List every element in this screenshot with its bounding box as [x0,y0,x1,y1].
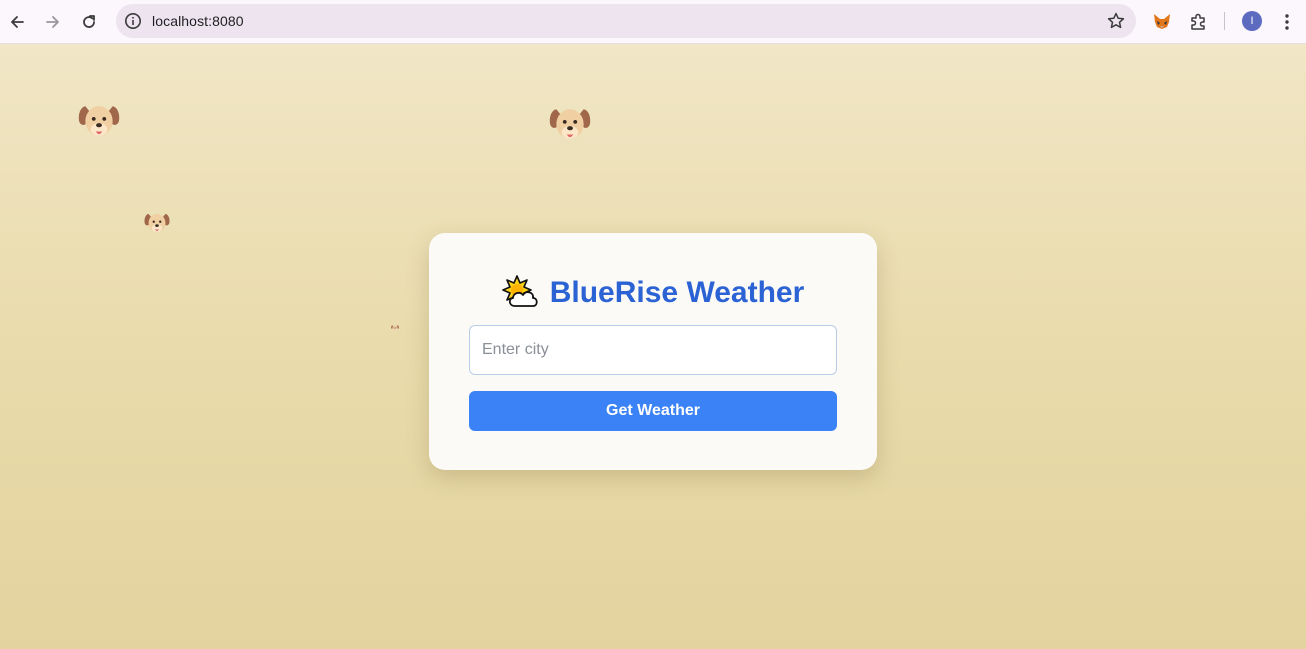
get-weather-button[interactable]: Get Weather [469,391,837,431]
info-icon[interactable] [123,11,143,31]
dog-face-icon [549,103,591,145]
weather-card: BlueRise Weather Get Weather [429,233,877,470]
title-row: BlueRise Weather [429,273,877,313]
reload-button[interactable] [73,6,105,38]
page-background: BlueRise Weather Get Weather [0,44,1306,649]
profile-avatar[interactable]: I [1242,11,1262,31]
back-arrow-icon [11,16,24,28]
browser-toolbar: localhost:8080 I [0,0,1306,44]
toolbar-divider [1224,12,1225,30]
dog-face-icon [78,100,120,142]
reload-icon [83,15,95,28]
sun-behind-cloud-icon [501,275,538,307]
city-input[interactable] [469,325,837,375]
dog-face-icon [391,324,399,332]
app-title: BlueRise Weather [549,276,805,309]
url-text[interactable]: localhost:8080 [152,13,244,29]
back-button[interactable] [1,6,33,38]
puzzle-icon[interactable] [1186,10,1210,34]
address-bar[interactable]: localhost:8080 [116,4,1136,38]
star-icon[interactable] [1106,11,1126,31]
dog-face-icon [144,210,170,236]
kebab-menu-icon[interactable] [1275,10,1299,34]
forward-button[interactable] [37,6,69,38]
forward-arrow-icon [46,16,59,28]
fox-icon[interactable] [1150,10,1174,34]
